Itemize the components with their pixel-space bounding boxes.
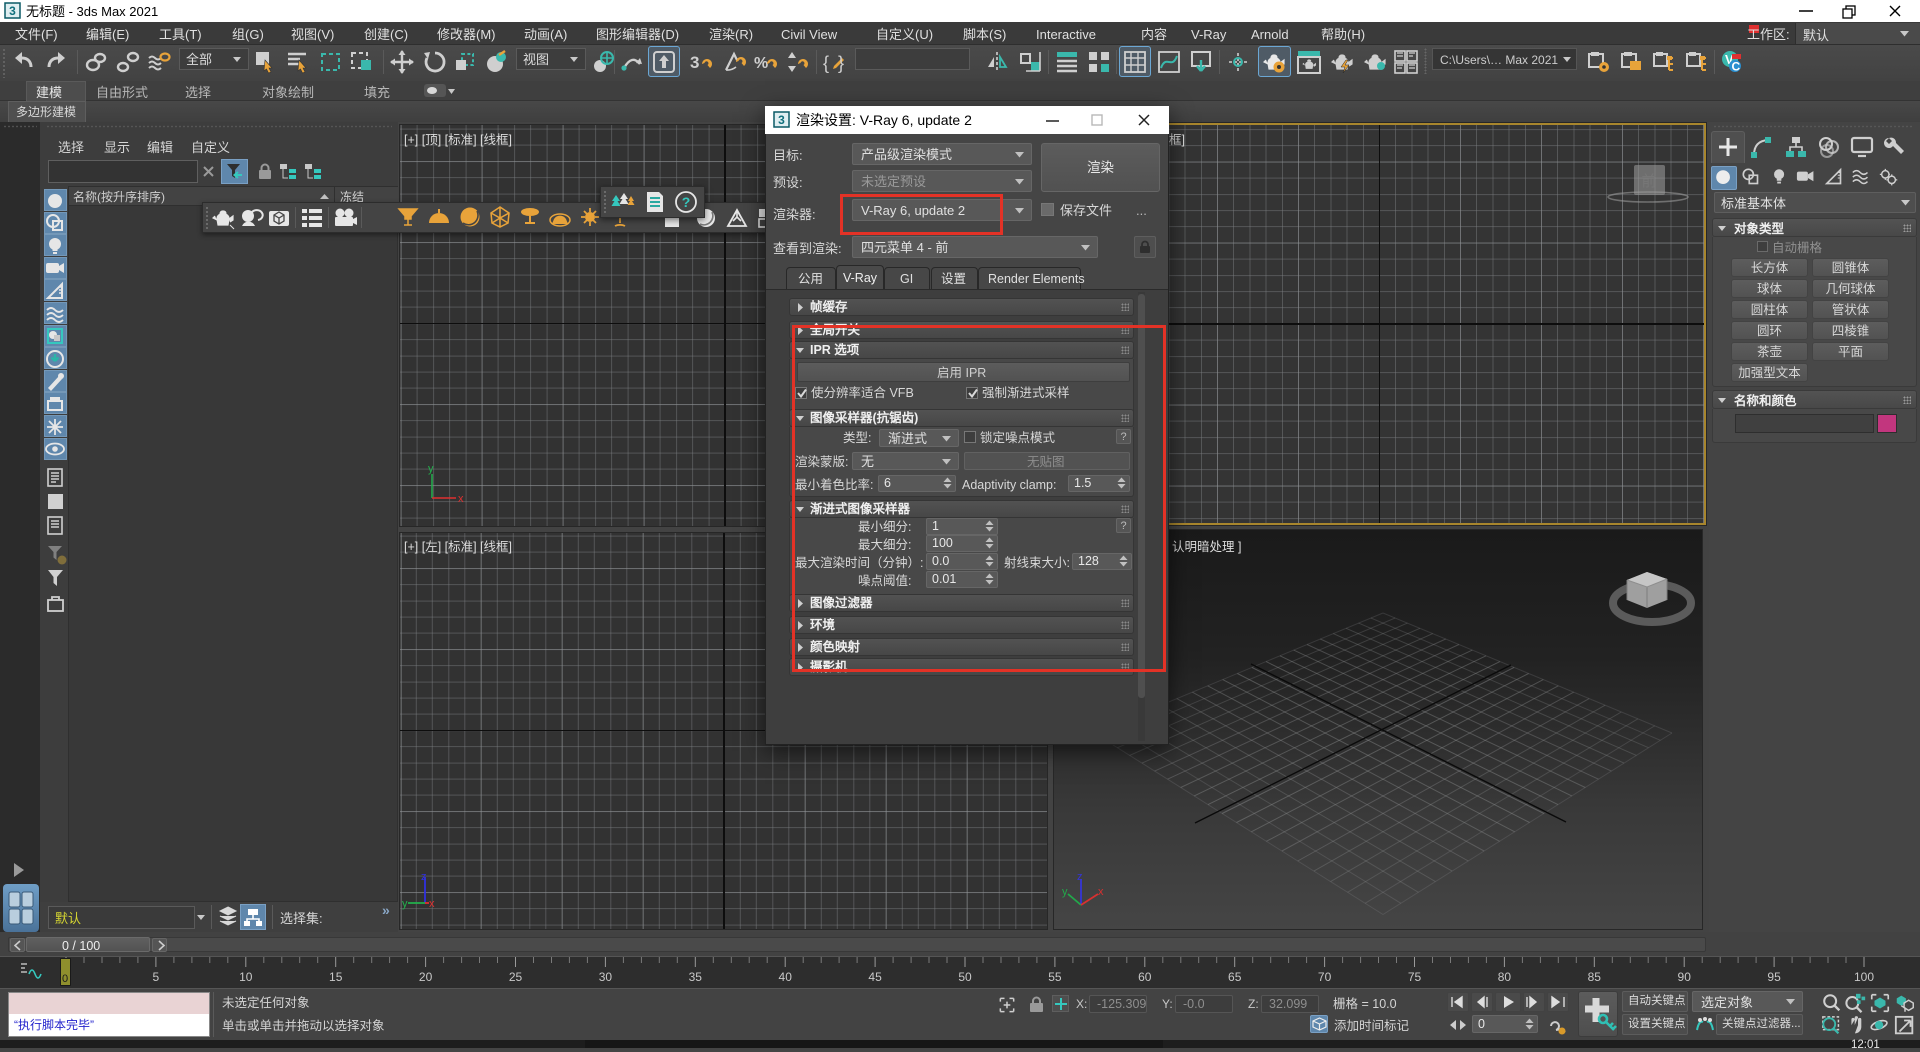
svg-text:60: 60 <box>1138 970 1152 984</box>
svg-text:55: 55 <box>1048 970 1062 984</box>
svg-text:15: 15 <box>329 970 343 984</box>
svg-text:C: C <box>1732 60 1741 74</box>
svg-text:y: y <box>1062 886 1068 898</box>
svg-text:3: 3 <box>9 4 16 18</box>
svg-text:%: % <box>754 55 768 72</box>
svg-text:65: 65 <box>1228 970 1242 984</box>
svg-text:50: 50 <box>958 970 972 984</box>
svg-text:100: 100 <box>1854 970 1874 984</box>
svg-text:35: 35 <box>689 970 703 984</box>
svg-text:45: 45 <box>868 970 882 984</box>
svg-text:}: } <box>838 53 844 73</box>
svg-text:y: y <box>402 898 408 910</box>
svg-text:x: x <box>429 898 435 910</box>
svg-text:z: z <box>421 871 427 883</box>
svg-text:?: ? <box>682 194 691 210</box>
svg-text:80: 80 <box>1498 970 1512 984</box>
svg-text:40: 40 <box>779 970 793 984</box>
svg-text:70: 70 <box>1318 970 1332 984</box>
svg-text:20: 20 <box>419 970 433 984</box>
svg-text:30: 30 <box>599 970 613 984</box>
svg-text:3: 3 <box>690 53 699 72</box>
svg-text:5: 5 <box>153 970 160 984</box>
svg-text:25: 25 <box>509 970 523 984</box>
svg-text:95: 95 <box>1767 970 1781 984</box>
svg-text:x: x <box>458 493 464 505</box>
svg-text:x: x <box>1098 886 1104 898</box>
svg-text:85: 85 <box>1588 970 1602 984</box>
svg-text:y: y <box>428 463 434 475</box>
svg-text:75: 75 <box>1408 970 1422 984</box>
svg-text:90: 90 <box>1678 970 1692 984</box>
svg-text:z: z <box>1077 871 1083 883</box>
svg-text:{: { <box>823 53 829 73</box>
svg-text:3: 3 <box>778 113 785 127</box>
svg-text:前: 前 <box>1641 173 1656 190</box>
svg-text:10: 10 <box>239 970 253 984</box>
